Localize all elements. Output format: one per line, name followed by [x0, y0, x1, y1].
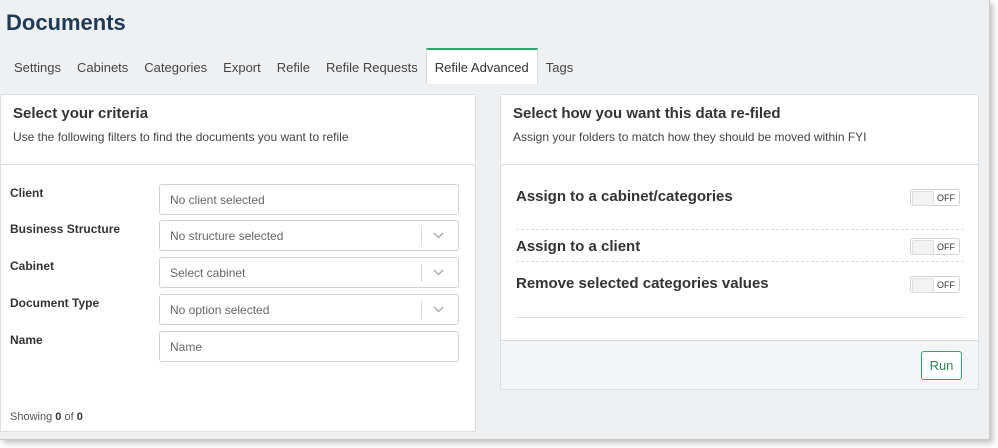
tab-refile-advanced[interactable]: Refile Advanced	[425, 48, 538, 84]
refile-footer: Run	[501, 340, 978, 389]
name-row: Name Name	[1, 331, 477, 363]
assign-cabinet-label: Assign to a cabinet/categories	[516, 188, 733, 205]
chevron-down-icon[interactable]	[428, 306, 448, 313]
tab-export[interactable]: Export	[215, 50, 269, 84]
client-label: Client	[10, 186, 44, 200]
criteria-header: Select your criteria Use the following f…	[1, 95, 475, 165]
business-structure-placeholder: No structure selected	[170, 228, 284, 243]
tab-tags[interactable]: Tags	[538, 50, 581, 84]
name-placeholder: Name	[170, 339, 203, 354]
name-input[interactable]: Name	[159, 331, 459, 362]
tab-refile[interactable]: Refile	[269, 50, 318, 84]
criteria-panel: Select your criteria Use the following f…	[0, 94, 476, 432]
document-type-placeholder: No option selected	[170, 302, 270, 317]
chevron-down-icon[interactable]	[428, 232, 448, 239]
tab-settings[interactable]: Settings	[0, 50, 69, 84]
client-row: Client No client selected	[1, 184, 477, 216]
refile-header: Select how you want this data re-filed A…	[501, 95, 978, 165]
assign-client-label: Assign to a client	[516, 238, 641, 255]
refile-panel: Select how you want this data re-filed A…	[500, 94, 979, 390]
name-label: Name	[10, 333, 43, 347]
client-input[interactable]: No client selected	[159, 184, 459, 215]
run-button[interactable]: Run	[921, 351, 962, 380]
tab-cabinets[interactable]: Cabinets	[69, 50, 136, 84]
business-structure-select[interactable]: No structure selected	[159, 220, 459, 251]
document-type-select[interactable]: No option selected	[159, 294, 459, 325]
document-type-label: Document Type	[10, 296, 100, 310]
cabinet-row: Cabinet Select cabinet	[1, 257, 477, 289]
assign-cabinet-toggle[interactable]: OFF	[910, 189, 960, 206]
business-structure-row: Business Structure No structure selected	[1, 220, 477, 252]
assign-client-toggle[interactable]: OFF	[910, 238, 960, 255]
app-window: Documents Settings Cabinets Categories E…	[0, 0, 990, 440]
chevron-down-icon[interactable]	[428, 269, 448, 276]
client-placeholder: No client selected	[170, 192, 265, 207]
showing-total: 0	[76, 411, 83, 423]
showing-of: of	[64, 411, 74, 423]
refile-title: Select how you want this data re-filed	[513, 105, 781, 122]
showing-prefix: Showing	[10, 411, 53, 423]
showing-count: 0	[55, 411, 62, 423]
refile-subtitle: Assign your folders to match how they sh…	[513, 130, 867, 144]
tab-bar: Settings Cabinets Categories Export Refi…	[0, 48, 989, 84]
tab-refile-requests[interactable]: Refile Requests	[318, 50, 426, 84]
cabinet-select[interactable]: Select cabinet	[159, 257, 459, 288]
cabinet-label: Cabinet	[10, 259, 55, 273]
select-divider	[421, 263, 422, 282]
select-divider	[421, 226, 422, 245]
tab-categories[interactable]: Categories	[136, 50, 215, 84]
criteria-title: Select your criteria	[13, 105, 149, 122]
criteria-subtitle: Use the following filters to find the do…	[13, 130, 349, 144]
business-structure-label: Business Structure	[10, 222, 121, 236]
results-count: Showing 0 of 0	[10, 411, 83, 423]
option-divider	[516, 261, 964, 262]
option-divider	[516, 229, 964, 230]
cabinet-placeholder: Select cabinet	[170, 265, 246, 280]
remove-categories-toggle[interactable]: OFF	[910, 276, 960, 293]
page-title: Documents	[6, 10, 126, 35]
options-bottom-divider	[516, 317, 964, 318]
select-divider	[421, 300, 422, 319]
document-type-row: Document Type No option selected	[1, 294, 477, 326]
remove-categories-label: Remove selected categories values	[516, 275, 769, 292]
